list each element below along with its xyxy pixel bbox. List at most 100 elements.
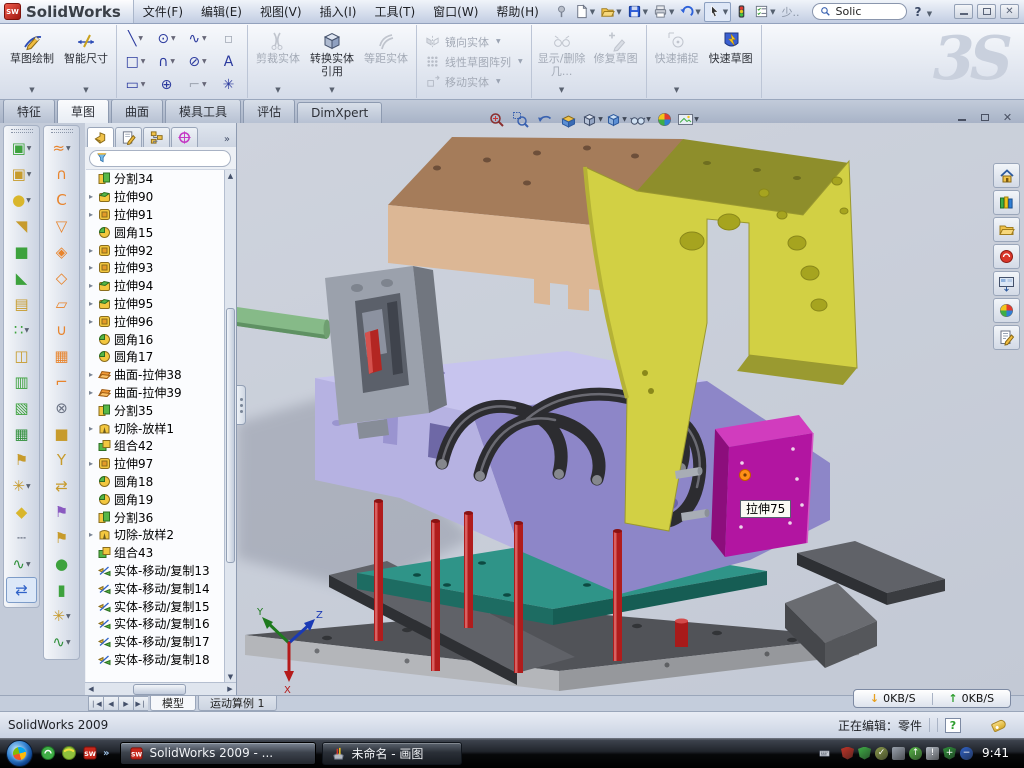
split-icon[interactable]: ▧	[6, 395, 37, 421]
tab-scroll-last-button[interactable]: ▶❘	[133, 696, 148, 711]
undo-button[interactable]: ▼	[677, 2, 702, 22]
tray-security-icon[interactable]	[858, 747, 871, 760]
tree-item-实体-移动/复制15[interactable]: 实体-移动/复制15	[86, 597, 236, 615]
menu-帮助[interactable]: 帮助(H)	[487, 3, 547, 20]
taskbar-window-1[interactable]: SWSolidWorks 2009 - ...	[120, 742, 316, 765]
apply-scene-icon[interactable]: ▼	[677, 108, 699, 130]
tab-model[interactable]: 模型	[150, 696, 196, 711]
point-icon[interactable]: ✳▼	[6, 473, 37, 499]
tray-sync-icon[interactable]: −	[960, 747, 973, 760]
tree-item-实体-移动/复制14[interactable]: 实体-移动/复制14	[86, 579, 236, 597]
scroll-up-icon[interactable]: ▲	[228, 170, 233, 181]
linear-sketch-pattern-button[interactable]: 线性草图阵列▼	[425, 54, 523, 70]
mid-surface-icon[interactable]: ▮	[46, 577, 77, 603]
tray-antivirus-icon[interactable]	[841, 747, 854, 760]
swept-boss-icon[interactable]: ◥	[6, 213, 37, 239]
combine-icon[interactable]: ▦	[6, 421, 37, 447]
taskbar-window-2[interactable]: 未命名 - 画图	[322, 742, 462, 765]
search-input[interactable]: Solic	[812, 3, 907, 20]
repair-sketch-button[interactable]: 修复草图	[589, 26, 643, 98]
zoom-to-area-icon[interactable]	[509, 108, 531, 130]
ribbon-tab-模具工具[interactable]: 模具工具	[165, 99, 241, 123]
trim-surface-icon[interactable]: C	[46, 187, 77, 213]
toolbar-overflow-button[interactable]: 少..	[778, 4, 804, 20]
menu-工具[interactable]: 工具(T)	[365, 3, 424, 20]
delete-face-icon[interactable]: ⊗	[46, 395, 77, 421]
ribbon-tab-草图[interactable]: 草图	[57, 99, 109, 123]
expand-arrow-icon[interactable]: ▸	[89, 210, 98, 219]
open-button[interactable]: ▼	[598, 2, 623, 22]
solidworks-search-icon[interactable]	[993, 244, 1020, 269]
tree-item-拉伸96[interactable]: ▸拉伸96	[86, 312, 236, 330]
appearances-scenes-icon[interactable]	[993, 298, 1020, 323]
sketch-sketch-text-button[interactable]: A	[213, 50, 244, 73]
doc-minimize-button[interactable]	[953, 110, 970, 124]
tree-item-分割34[interactable]: 分割34	[86, 170, 236, 188]
configurationmanager-tab[interactable]	[143, 127, 170, 147]
minimize-button[interactable]	[954, 4, 973, 19]
quick-launch-solidworks-icon[interactable]: SW	[82, 745, 98, 761]
menu-文件[interactable]: 文件(F)	[134, 3, 192, 20]
surface-flag-a-icon[interactable]: ⚑	[46, 499, 77, 525]
edit-appearance-icon[interactable]	[653, 108, 675, 130]
solidworks-resources-icon[interactable]	[993, 163, 1020, 188]
tree-item-拉伸91[interactable]: ▸拉伸91	[86, 206, 236, 224]
sketch-ellipse-button[interactable]: ⊘▼	[182, 50, 213, 73]
sketch-polygon-button[interactable]: ⊕	[151, 73, 182, 96]
tree-item-圆角17[interactable]: 圆角17	[86, 348, 236, 366]
tree-item-拉伸95[interactable]: ▸拉伸95	[86, 295, 236, 313]
tree-item-实体-移动/复制17[interactable]: 实体-移动/复制17	[86, 633, 236, 651]
replace-face-icon[interactable]: ■	[46, 421, 77, 447]
menu-视图[interactable]: 视图(V)	[251, 3, 311, 20]
scroll-thumb[interactable]	[226, 308, 235, 563]
tray-keyboard-icon[interactable]	[816, 748, 833, 759]
file-explorer-icon[interactable]	[993, 217, 1020, 242]
expand-arrow-icon[interactable]: ▸	[89, 263, 98, 272]
expand-arrow-icon[interactable]: ▸	[89, 246, 98, 255]
expand-arrow-icon[interactable]: ▸	[89, 281, 98, 290]
tree-item-圆角18[interactable]: 圆角18	[86, 473, 236, 491]
tab-scroll-first-button[interactable]: ❘◀	[88, 696, 103, 711]
thicken-icon[interactable]: ▦	[46, 343, 77, 369]
move-surface-icon[interactable]: ⇄	[46, 473, 77, 499]
scroll-thumb[interactable]	[133, 684, 186, 695]
section-view-icon[interactable]	[557, 108, 579, 130]
print-button[interactable]: ▼	[651, 2, 676, 22]
boundary-boss-icon[interactable]: ◣	[6, 265, 37, 291]
part-handle-assembly[interactable]	[237, 266, 447, 439]
quick-launch-expand-icon[interactable]: »	[103, 748, 109, 759]
tree-item-拉伸90[interactable]: ▸拉伸90	[86, 188, 236, 206]
options-button[interactable]: ▼	[752, 2, 777, 22]
tag-icon[interactable]	[991, 718, 1007, 732]
boss-extrude-icon[interactable]: ▣▼	[6, 135, 37, 161]
tray-updates-icon[interactable]: ✓	[875, 747, 888, 760]
rapid-sketch-button[interactable]: 快速草图	[704, 26, 758, 98]
tree-item-曲面-拉伸39[interactable]: ▸曲面-拉伸39	[86, 384, 236, 402]
doc-restore-button[interactable]	[976, 110, 993, 124]
part-slider-insert[interactable]	[711, 415, 813, 557]
start-button[interactable]	[6, 740, 33, 767]
view-orientation-icon[interactable]: ▼	[581, 108, 603, 130]
tree-horizontal-scrollbar[interactable]: ◀ ▶	[85, 682, 236, 695]
status-help-icon[interactable]: ?	[945, 718, 961, 733]
dimxpertmanager-tab[interactable]	[171, 127, 198, 147]
tree-item-圆角16[interactable]: 圆角16	[86, 330, 236, 348]
trim-entities-button[interactable]: 剪裁实体▼	[251, 26, 305, 98]
ribbon-tab-评估[interactable]: 评估	[243, 99, 295, 123]
view-palette-icon[interactable]	[993, 271, 1020, 296]
tray-defender-icon[interactable]: +	[943, 747, 956, 760]
rebuild-button[interactable]	[732, 2, 751, 22]
sketch-rectangle-button[interactable]: □▼	[120, 50, 151, 73]
graphics-viewport[interactable]: Y Z X ▼▼▼▼ ✕ 拉伸75	[237, 123, 1024, 695]
smart-dimension-button[interactable]: 智能尺寸▼	[59, 26, 113, 98]
fillet-surface-icon[interactable]: ●	[46, 551, 77, 577]
ruled-surface-icon[interactable]: ⌐	[46, 369, 77, 395]
move-entities-button[interactable]: 移动实体▼	[425, 74, 523, 90]
panel-more-button[interactable]: »	[220, 134, 234, 147]
axis-icon[interactable]: ┄	[6, 525, 37, 551]
convert-entities-button[interactable]: 转换实体引用▼	[305, 26, 359, 98]
zoom-to-fit-icon[interactable]	[485, 108, 507, 130]
point-2-icon[interactable]: ✳▼	[46, 603, 77, 629]
curve-icon[interactable]: ∿▼	[6, 551, 37, 577]
extruded-surface-icon[interactable]: ≈▼	[46, 135, 77, 161]
